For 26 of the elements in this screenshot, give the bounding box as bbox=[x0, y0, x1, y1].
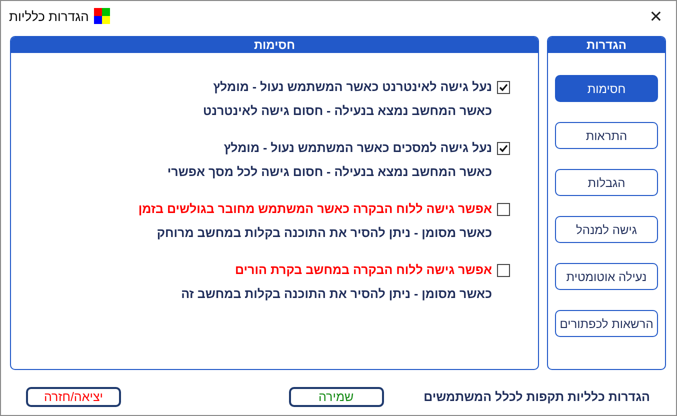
option-description: כאשר מסומן - ניתן להסיר את התוכנה בקלות במחשב מרוחק bbox=[156, 226, 493, 240]
footer-note: הגדרות כלליות תקפות לכלל המשתמשים bbox=[424, 390, 650, 404]
settings-tab[interactable]: חסימות bbox=[555, 75, 658, 102]
exit-button[interactable]: יציאה/חזרה bbox=[26, 387, 121, 407]
panel-header: חסימות bbox=[11, 37, 538, 53]
save-button[interactable]: שמירה bbox=[288, 387, 384, 407]
settings-tab[interactable]: הגבלות bbox=[555, 169, 658, 196]
settings-tab[interactable]: הרשאות לכפתורים bbox=[555, 310, 658, 337]
option-label[interactable]: נעל גישה לאינטרנט כאשר המשתמש נעול - מומלץ bbox=[213, 80, 492, 94]
option-label[interactable]: אפשר גישה ללוח הבקרה כאשר המשתמש מחובר בגולשים בזמן bbox=[138, 202, 492, 216]
option-label[interactable]: אפשר גישה ללוח הבקרה במחשב בקרת הורים bbox=[235, 263, 492, 277]
colored-squares-icon bbox=[94, 8, 110, 24]
checkbox[interactable] bbox=[497, 142, 510, 154]
close-button[interactable]: ✕ bbox=[636, 2, 676, 30]
settings-tab[interactable]: התראות bbox=[555, 122, 658, 149]
option-description: כאשר מסומן - ניתן להסיר את התוכנה בקלות במחשב זה bbox=[180, 287, 493, 301]
option-label[interactable]: נעל גישה למסכים כאשר המשתמש נעול - מומלץ bbox=[224, 141, 492, 155]
checkbox[interactable] bbox=[497, 80, 510, 94]
checkbox[interactable] bbox=[497, 202, 510, 216]
settings-tab[interactable]: נעילה אוטומטית bbox=[555, 263, 658, 290]
settings-tab[interactable]: גישה למנהל bbox=[555, 216, 658, 243]
window-title: הגדרות כלליות bbox=[9, 8, 89, 24]
panel-header: הגדרות bbox=[548, 37, 665, 53]
option-description: כאשר המחשב נמצא בנעילה - חסום גישה לאינטרנט bbox=[202, 104, 493, 118]
checkbox[interactable] bbox=[497, 264, 510, 276]
option-description: כאשר המחשב נמצא בנעילה - חסום גישה לכל מסך אפשרי bbox=[166, 165, 493, 179]
